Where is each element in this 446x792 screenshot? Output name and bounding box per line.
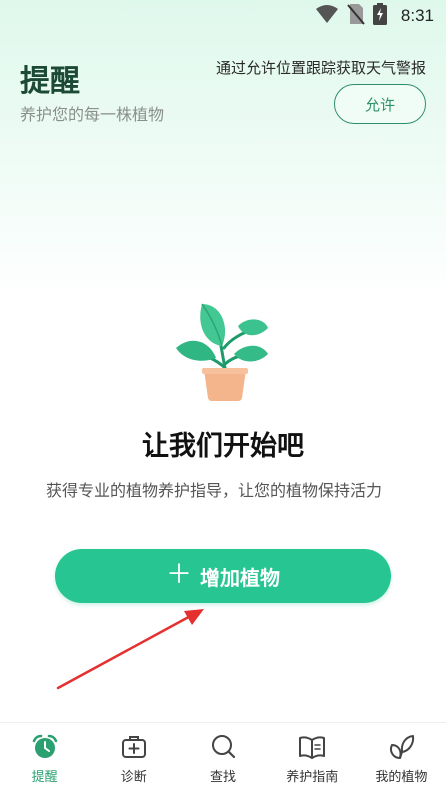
nav-label: 查找: [210, 770, 237, 785]
search-icon: [212, 735, 236, 759]
status-bar: 8:31: [0, 0, 446, 32]
no-sim-icon: [347, 3, 365, 29]
nav-item-reminders[interactable]: 提醒: [0, 723, 89, 792]
nav-item-search[interactable]: 查找: [178, 723, 267, 792]
allow-location-button[interactable]: 允许: [334, 84, 426, 124]
plus-icon: ＋: [165, 560, 192, 590]
nav-item-diagnose[interactable]: 诊断: [89, 723, 178, 792]
nav-label: 提醒: [31, 770, 58, 785]
nav-label: 诊断: [120, 770, 147, 785]
nav-item-care-guide[interactable]: 养护指南: [268, 723, 357, 792]
alarm-clock-icon: [32, 734, 57, 758]
add-plant-label: 增加植物: [200, 565, 280, 590]
nav-label: 养护指南: [286, 770, 339, 785]
status-time: 8:31: [400, 6, 434, 25]
location-permission-prompt: 通过允许位置跟踪获取天气警报: [215, 59, 426, 77]
wifi-icon: [315, 4, 339, 28]
medical-kit-icon: [121, 736, 146, 758]
leaves-icon: [390, 735, 415, 759]
nav-item-my-plants[interactable]: 我的植物: [357, 723, 446, 792]
empty-state-description: 获得专业的植物养护指导，让您的植物保持活力: [46, 481, 383, 500]
potted-plant-icon: [172, 298, 272, 402]
bottom-navigation: 提醒 诊断 查找 养护指南 我的植物: [0, 722, 446, 792]
header-background: [0, 0, 446, 300]
page-subtitle: 养护您的每一株植物: [20, 105, 165, 124]
page-title: 提醒: [20, 64, 80, 99]
battery-charging-icon: [372, 3, 387, 29]
nav-label: 我的植物: [375, 770, 428, 785]
open-book-icon: [299, 736, 326, 759]
add-plant-button[interactable]: ＋ 增加植物: [55, 549, 391, 603]
empty-state-title: 让我们开始吧: [142, 431, 304, 462]
